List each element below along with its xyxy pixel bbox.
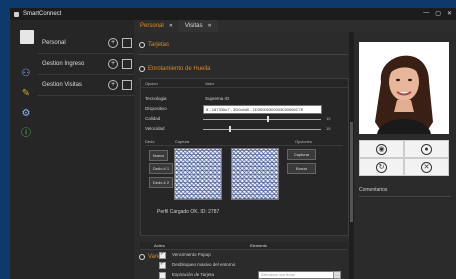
expiration-checkbox[interactable] (159, 272, 166, 279)
close-icon: ✕ (421, 161, 432, 173)
quality-slider-thumb[interactable] (267, 116, 269, 122)
panel-header: Opcion Valor (141, 79, 348, 88)
sidebar-item-label: Gestion Ingreso (42, 61, 85, 67)
column-header: Dedo (145, 139, 155, 144)
maximize-button[interactable]: ▢ (435, 10, 441, 17)
main-content: Tarjetas Enrolamiento de Huella Opcion V… (134, 32, 352, 279)
fingerprint-image-2 (231, 148, 279, 200)
table-row: Vencimiento Popup (140, 251, 347, 260)
comments-label: Comentarios (359, 187, 388, 193)
divider (359, 196, 451, 197)
window-controls: — ▢ ✕ (423, 10, 452, 17)
settings-icon[interactable]: ⚙ (20, 108, 32, 120)
date-picker-button[interactable]: ... (333, 271, 341, 279)
sidebar-tools: ⚇ ✎ ⚙ ⓘ (20, 68, 32, 140)
table-row: Expiración de Tarjeta Seleccione una fec… (140, 271, 347, 279)
avatar[interactable] (20, 30, 34, 44)
camera-icon: ◉ (376, 143, 387, 155)
fingerprint-panel: Opcion Valor Tecnologia Suprema IO Dispo… (140, 78, 349, 236)
param-value: Suprema IO (205, 96, 230, 101)
sidebar-item-personal[interactable]: Personal + (37, 33, 134, 54)
column-header: Activo (154, 243, 165, 248)
window-icon[interactable] (122, 80, 132, 90)
unlock-checkbox[interactable] (159, 261, 166, 269)
param-label: Dispositivo (145, 106, 167, 111)
users-icon[interactable]: ⚇ (20, 68, 32, 80)
sidebar-item-gestion-visitas[interactable]: Gestion Visitas + (37, 75, 134, 96)
quality-slider[interactable] (203, 119, 321, 120)
tab-visitas[interactable]: Visitas ✕ (179, 20, 218, 32)
section-title: Tarjetas (148, 42, 170, 48)
close-window-button[interactable]: ✕ (447, 10, 452, 17)
tab-label: Personal (140, 23, 164, 29)
window-icon[interactable] (122, 59, 132, 69)
row-label: Vencimiento Popup (172, 252, 211, 257)
capture-button[interactable]: Capturar (287, 149, 316, 160)
record-button[interactable]: ● (404, 140, 449, 158)
speed-slider-thumb[interactable] (229, 126, 231, 132)
new-button[interactable]: Nuevo (149, 150, 168, 161)
add-icon[interactable]: + (108, 80, 118, 90)
collapse-icon (139, 66, 145, 72)
close-icon[interactable]: ✕ (207, 23, 211, 29)
capture-header: Dedo Captura Opciones (145, 138, 343, 146)
delete-button[interactable]: Borrar (287, 163, 316, 174)
refresh-icon: ↻ (376, 161, 387, 173)
finger-1-button[interactable]: Dedo # 1 (149, 163, 173, 174)
quality-value: 10 (326, 116, 331, 121)
speed-slider[interactable] (203, 129, 321, 130)
sidebar-item-label: Gestion Visitas (42, 82, 82, 88)
right-panel: ◉ ● ↻ ✕ Comentarios (354, 32, 456, 279)
app-window: SmartConnect — ▢ ✕ ⚇ ✎ ⚙ ⓘ Personal + Ge… (10, 8, 456, 279)
sidebar-menu: Personal + Gestion Ingreso + Gestion Vis… (37, 33, 134, 96)
column-header: Captura (175, 139, 190, 144)
tab-label: Visitas (184, 23, 203, 29)
column-header: Valor (205, 81, 215, 86)
wand-icon[interactable]: ✎ (20, 88, 32, 100)
camera-button[interactable]: ◉ (359, 140, 404, 158)
section-tarjetas[interactable]: Tarjetas (139, 42, 169, 48)
popup-checkbox[interactable] (159, 251, 166, 259)
add-icon[interactable]: + (108, 59, 118, 69)
refresh-button[interactable]: ↻ (359, 158, 404, 176)
info-icon[interactable]: ⓘ (20, 128, 32, 140)
param-label: Tecnologia (145, 96, 167, 101)
window-icon[interactable] (122, 38, 132, 48)
section-enrolamiento[interactable]: Enrolamiento de Huella (139, 66, 210, 72)
minimize-button[interactable]: — (423, 10, 429, 17)
param-label: Velocidad (145, 126, 165, 131)
title-bar: SmartConnect — ▢ ✕ (10, 8, 456, 20)
row-label: Desbloqueo masivo del entorno (172, 262, 236, 267)
photo-actions: ◉ ● ↻ ✕ (359, 140, 449, 176)
tab-bar: Personal ✕ Visitas ✕ (134, 20, 218, 33)
scroll-thumb[interactable] (350, 122, 353, 222)
window-title: SmartConnect (23, 11, 62, 17)
param-label: Calidad (145, 116, 161, 121)
column-header: Opciones (295, 139, 312, 144)
fingerprint-image-1 (174, 148, 222, 200)
record-icon: ● (421, 143, 432, 155)
device-select[interactable]: 8 - 187330u7 - 3D0c6d0 - 1D3000030000303… (203, 105, 322, 114)
sidebar-item-label: Personal (42, 40, 66, 46)
profile-photo (359, 42, 449, 134)
add-icon[interactable]: + (108, 38, 118, 48)
table-row: Desbloqueo masivo del entorno (140, 261, 347, 270)
sidebar-item-gestion-ingreso[interactable]: Gestion Ingreso + (37, 54, 134, 75)
section-title: Enrolamiento de Huella (148, 66, 211, 72)
expand-icon (139, 42, 145, 48)
clear-photo-button[interactable]: ✕ (404, 158, 449, 176)
column-header: Elemento (250, 243, 267, 248)
profile-status: Perfil Cargado OK. ID: 2787 (157, 209, 220, 215)
finger-2-button[interactable]: Dedo # 2 (149, 177, 173, 188)
speed-value: 15 (326, 126, 331, 131)
options-table-header: Activo Elemento (140, 242, 347, 250)
divider (138, 54, 348, 55)
app-logo-icon (14, 11, 19, 17)
column-header: Opcion (145, 81, 158, 86)
close-icon[interactable]: ✕ (169, 23, 173, 29)
sidebar: ⚇ ✎ ⚙ ⓘ Personal + Gestion Ingreso + Ges… (10, 20, 134, 279)
date-input[interactable]: Seleccione una fecha (258, 271, 334, 279)
row-label: Expiración de Tarjeta (172, 272, 214, 277)
